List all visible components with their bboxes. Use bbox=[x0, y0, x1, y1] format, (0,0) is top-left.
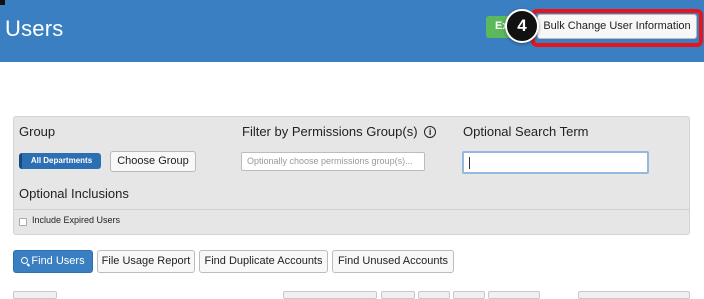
column-visibility-button[interactable] bbox=[283, 291, 377, 299]
permissions-filter-label: Filter by Permissions Group(s) i bbox=[242, 124, 437, 139]
step-number-badge: 4 bbox=[505, 9, 539, 43]
include-expired-checkbox[interactable] bbox=[19, 218, 27, 226]
table-search-input[interactable] bbox=[578, 291, 690, 299]
search-term-label: Optional Search Term bbox=[463, 124, 589, 139]
file-usage-report-button[interactable]: File Usage Report bbox=[97, 250, 195, 273]
text-cursor bbox=[469, 157, 470, 169]
csv-button[interactable] bbox=[418, 291, 450, 299]
excel-button[interactable] bbox=[488, 291, 540, 299]
panel-divider bbox=[14, 209, 689, 210]
include-expired-label: Include Expired Users bbox=[32, 215, 121, 225]
filter-panel: Group Filter by Permissions Group(s) i O… bbox=[13, 116, 690, 235]
find-duplicate-accounts-button[interactable]: Find Duplicate Accounts bbox=[199, 250, 328, 273]
page-size-select[interactable] bbox=[13, 291, 57, 299]
print-button[interactable] bbox=[453, 291, 485, 299]
search-term-input[interactable] bbox=[462, 151, 649, 174]
page-title: Users bbox=[5, 16, 64, 41]
find-users-label: Find Users bbox=[31, 255, 85, 267]
find-unused-accounts-button[interactable]: Find Unused Accounts bbox=[332, 250, 454, 273]
search-icon bbox=[21, 257, 29, 264]
group-label: Group bbox=[19, 124, 56, 139]
choose-group-button[interactable]: Choose Group bbox=[110, 151, 196, 172]
corner-mark bbox=[0, 0, 5, 5]
page-header: Users Ex Bulk Change User Information 4 bbox=[0, 0, 704, 62]
permissions-group-input[interactable]: Optionally choose permissions group(s)..… bbox=[241, 152, 425, 171]
info-icon[interactable]: i bbox=[424, 126, 437, 138]
all-departments-tag[interactable]: All Departments bbox=[19, 153, 101, 169]
permissions-filter-label-text: Filter by Permissions Group(s) bbox=[242, 124, 418, 139]
find-users-button[interactable]: Find Users bbox=[13, 250, 93, 273]
bulk-change-user-information-button[interactable]: Bulk Change User Information bbox=[537, 14, 697, 39]
copy-button[interactable] bbox=[381, 291, 415, 299]
optional-inclusions-label: Optional Inclusions bbox=[19, 186, 129, 201]
